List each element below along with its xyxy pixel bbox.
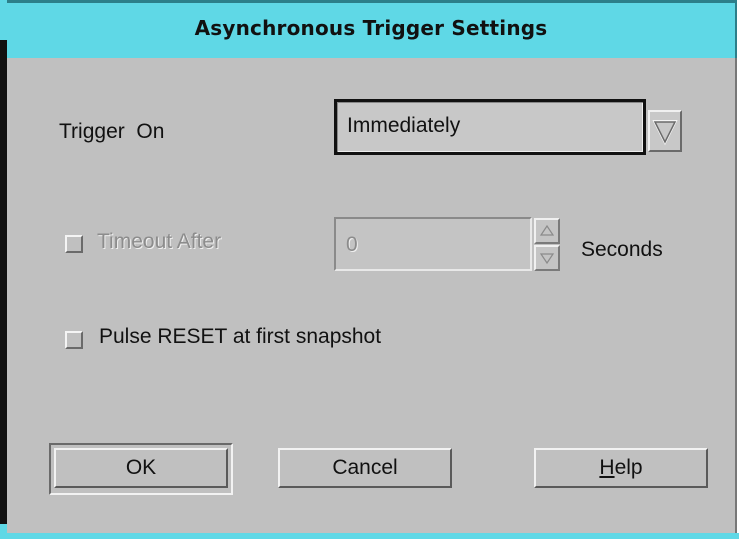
pulse-reset-checkbox[interactable] — [65, 331, 83, 349]
help-button[interactable]: Help — [534, 448, 708, 488]
triangle-down-icon — [652, 120, 678, 146]
window-frame-left-top — [0, 0, 7, 40]
help-mnemonic: H — [599, 456, 615, 479]
ok-button[interactable]: OK — [54, 448, 228, 488]
help-label-rest: elp — [614, 456, 643, 479]
timeout-after-label: Timeout After — [97, 230, 222, 253]
dialog-content: Trigger On Immediately Timeout After 0 S… — [7, 58, 737, 533]
trigger-on-dropdown-button[interactable] — [648, 110, 682, 152]
trigger-on-select[interactable]: Immediately — [334, 99, 646, 155]
arrow-down-icon — [539, 253, 555, 265]
timeout-seconds-value: 0 — [346, 233, 358, 256]
trigger-on-value: Immediately — [347, 114, 461, 137]
trigger-on-label: Trigger On — [59, 120, 165, 143]
arrow-up-icon — [539, 224, 555, 236]
window-frame-left — [0, 40, 7, 524]
timeout-unit-label: Seconds — [581, 238, 663, 261]
timeout-seconds-input[interactable]: 0 — [334, 217, 532, 271]
dialog-window: Asynchronous Trigger Settings Trigger On… — [0, 0, 739, 539]
timeout-after-checkbox[interactable] — [65, 235, 83, 253]
timeout-increment-button[interactable] — [534, 218, 560, 244]
window-title: Asynchronous Trigger Settings — [194, 16, 548, 40]
window-frame-bottom — [0, 533, 739, 539]
pulse-reset-label[interactable]: Pulse RESET at first snapshot — [99, 325, 381, 349]
timeout-decrement-button[interactable] — [534, 245, 560, 271]
title-bar[interactable]: Asynchronous Trigger Settings — [7, 0, 737, 58]
cancel-button[interactable]: Cancel — [278, 448, 452, 488]
